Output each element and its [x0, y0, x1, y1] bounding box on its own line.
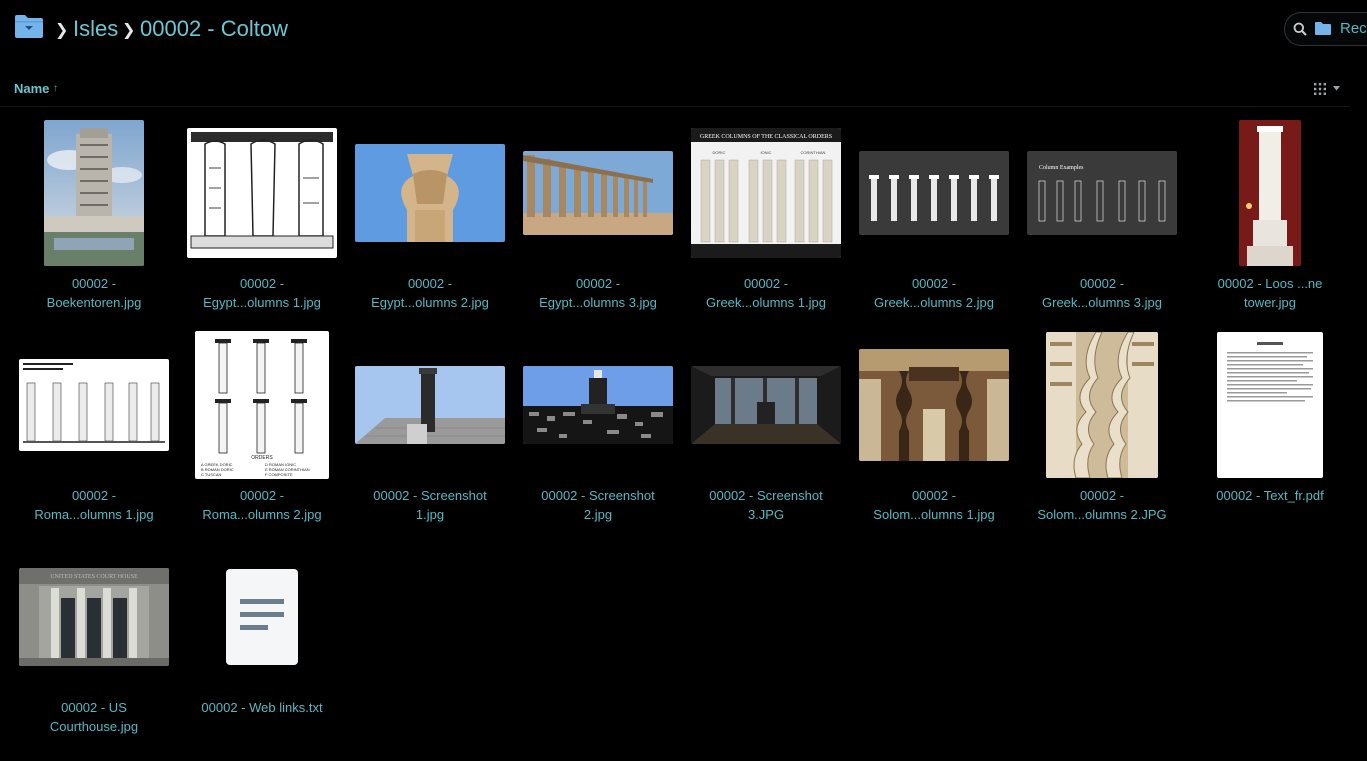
chevron-right-icon: ❯	[122, 22, 136, 39]
file-name: 00002 - Greek...olumns 3.jpg	[1042, 276, 1162, 310]
folder-icon	[1315, 22, 1331, 35]
svg-text:C TUSCAN: C TUSCAN	[201, 472, 221, 477]
svg-text:IONIC: IONIC	[760, 150, 771, 155]
thumbnail-image: ORDERS A GREEK DORIC B ROMAN DORIC C TUS…	[195, 331, 329, 479]
document-icon	[1217, 332, 1323, 478]
thumbnail-image	[1046, 332, 1158, 478]
thumbnail-image	[1239, 120, 1301, 266]
file-tile[interactable]: 00002 - Egypt...olumns 2.jpg	[346, 112, 514, 324]
search-icon	[1293, 22, 1307, 36]
file-name: 00002 - Roma...olumns 2.jpg	[202, 488, 322, 522]
file-tile[interactable]: 00002 - Roma...olumns 1.jpg	[10, 324, 178, 536]
svg-text:UNITED STATES COURT HOUSE: UNITED STATES COURT HOUSE	[50, 574, 138, 580]
file-name: 00002 - US Courthouse.jpg	[49, 700, 139, 734]
svg-text:DORIC: DORIC	[713, 150, 726, 155]
file-tile[interactable]: 00002 - Egypt...olumns 1.jpg	[178, 112, 346, 324]
file-name: 00002 - Text_fr.pdf	[1216, 488, 1324, 503]
thumbnail-image: GREEK COLUMNS OF THE CLASSICAL ORDERS DO…	[691, 128, 841, 258]
file-name: 00002 - Screenshot 3.JPG	[709, 488, 823, 522]
svg-text:GREEK COLUMNS OF THE CLASSICAL: GREEK COLUMNS OF THE CLASSICAL ORDERS	[700, 134, 832, 140]
breadcrumb-item-current: 00002 - Coltow	[140, 16, 288, 41]
file-name: 00002 - Egypt...olumns 2.jpg	[371, 276, 489, 310]
thumbnail-image	[19, 359, 169, 451]
file-name: 00002 - Egypt...olumns 3.jpg	[539, 276, 657, 310]
search-input[interactable]: Rech	[1284, 12, 1367, 46]
svg-text:CORINTHIAN: CORINTHIAN	[801, 150, 826, 155]
svg-text:ORDERS: ORDERS	[251, 455, 273, 461]
file-name: 00002 - Web links.txt	[201, 700, 323, 715]
file-tile[interactable]: ORDERS A GREEK DORIC B ROMAN DORIC C TUS…	[178, 324, 346, 536]
svg-text:F COMPOSITE: F COMPOSITE	[265, 472, 293, 477]
file-tile[interactable]: 00002 - Greek...olumns 2.jpg	[850, 112, 1018, 324]
file-name: 00002 - Greek...olumns 2.jpg	[874, 276, 994, 310]
file-name: 00002 - Egypt...olumns 1.jpg	[203, 276, 321, 310]
file-tile[interactable]: 00002 - Screenshot 3.JPG	[682, 324, 850, 536]
file-tile[interactable]: UNITED STATES COURT HOUSE 00002 - US Cour…	[10, 536, 178, 748]
file-name: 00002 - Greek...olumns 1.jpg	[706, 276, 826, 310]
file-name: 00002 - Screenshot 1.jpg	[373, 488, 487, 522]
file-tile[interactable]: 00002 - Screenshot 2.jpg	[514, 324, 682, 536]
breadcrumb-item-isles[interactable]: Isles	[73, 16, 118, 42]
thumbnail-image	[859, 349, 1009, 461]
text-file-icon	[226, 569, 298, 665]
file-name: 00002 - Solom...olumns 2.JPG	[1037, 488, 1167, 522]
thumbnail-image	[691, 366, 841, 444]
svg-text:Column Examples: Column Examples	[1039, 165, 1084, 171]
thumbnail-image	[44, 120, 144, 266]
file-tile[interactable]: GREEK COLUMNS OF THE CLASSICAL ORDERS DO…	[682, 112, 850, 324]
file-tile[interactable]: 00002 - Solom...olumns 2.JPG	[1018, 324, 1186, 536]
thumbnail-image	[355, 366, 505, 444]
search-scope-label: Rech	[1340, 20, 1367, 37]
file-tile[interactable]: Column Examples 00002 - Greek...olumns 3.…	[1018, 112, 1186, 324]
file-name: 00002 - Roma...olumns 1.jpg	[34, 488, 154, 522]
header: ❯ Isles ❯ 00002 - Coltow Rech	[0, 0, 1367, 60]
thumbnail-image	[355, 144, 505, 242]
file-tile[interactable]: 00002 - Loos ...ne tower.jpg	[1186, 112, 1354, 324]
sort-name-button[interactable]: Name	[14, 81, 49, 96]
file-tile[interactable]: 00002 - Solom...olumns 1.jpg	[850, 324, 1018, 536]
thumbnail-image	[523, 151, 673, 235]
chevron-down-icon	[1333, 86, 1340, 91]
file-tile[interactable]: 00002 - Web links.txt	[178, 536, 346, 748]
file-tile[interactable]: 00002 - Screenshot 1.jpg	[346, 324, 514, 536]
file-tile[interactable]: 00002 - Boekentoren.jpg	[10, 112, 178, 324]
view-mode-button[interactable]	[1308, 80, 1344, 98]
sort-ascending-icon: ↑	[53, 83, 58, 94]
file-name: 00002 - Loos ...ne tower.jpg	[1217, 276, 1323, 310]
file-name: 00002 - Screenshot 2.jpg	[541, 488, 655, 522]
thumbnail-image: UNITED STATES COURT HOUSE	[19, 568, 169, 666]
thumbnail-image	[859, 151, 1009, 235]
file-name: 00002 - Solom...olumns 1.jpg	[873, 488, 995, 522]
file-tile[interactable]: 00002 - Text_fr.pdf	[1186, 324, 1354, 536]
thumbnail-image	[187, 128, 337, 258]
grid-view-icon	[1314, 83, 1326, 95]
sort-bar: Name ↑	[0, 72, 1350, 107]
file-name: 00002 - Boekentoren.jpg	[46, 276, 142, 310]
thumbnail-image	[523, 366, 673, 444]
folder-icon[interactable]	[14, 13, 44, 39]
thumbnail-image: Column Examples	[1027, 151, 1177, 235]
file-tile[interactable]: 00002 - Egypt...olumns 3.jpg	[514, 112, 682, 324]
chevron-right-icon: ❯	[55, 22, 69, 39]
